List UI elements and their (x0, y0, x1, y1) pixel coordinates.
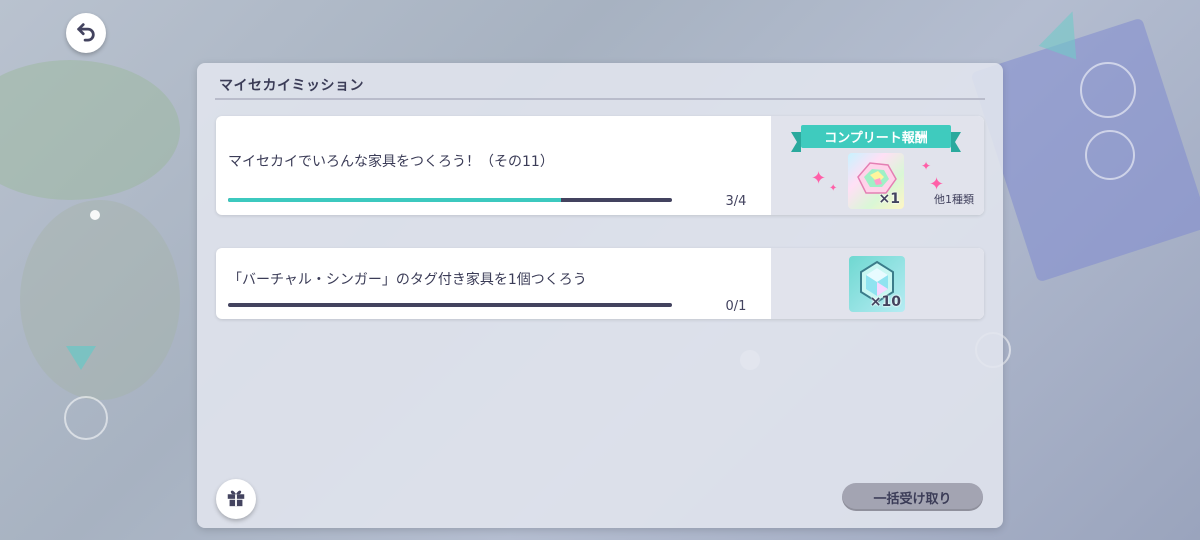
reward-quantity: ×1 (878, 191, 900, 207)
background-blob (0, 60, 180, 200)
sparkle-icon: ✦ (811, 168, 827, 189)
reward-quantity: ×10 (869, 294, 901, 310)
back-button[interactable] (66, 13, 106, 53)
mission-card[interactable]: マイセカイでいろんな家具をつくろう！（その11） 3/4 コンプリート報酬 ✦ … (216, 116, 984, 215)
undo-arrow-icon (75, 20, 97, 46)
progress-bar-fill (228, 198, 561, 202)
crystal-icon: ×10 (849, 256, 905, 312)
mission-card[interactable]: 「バーチャル・シンガー」のタグ付き家具を1個つくろう 0/1 ×10 (216, 248, 984, 319)
background-blob (20, 200, 180, 400)
progress-count: 0/1 (725, 299, 747, 314)
gift-box-icon (225, 486, 247, 512)
sparkle-icon: ✦ (921, 159, 932, 173)
title-divider (215, 98, 985, 100)
background-ring (1085, 130, 1135, 180)
progress-count: 3/4 (725, 194, 747, 209)
complete-reward-banner: コンプリート報酬 (791, 125, 961, 152)
background-triangle (1038, 4, 1092, 60)
background-house-shape (970, 17, 1200, 283)
background-triangle (66, 346, 96, 370)
sparkle-icon: ✦ (829, 183, 838, 194)
bulk-receive-button[interactable]: 一括受け取り (842, 483, 983, 511)
reward-area[interactable]: ×10 (771, 248, 984, 319)
panel-title: マイセカイミッション (219, 78, 364, 94)
reward-other-note: 他1種類 (934, 193, 974, 206)
gem-cluster-icon: ×1 (848, 153, 904, 209)
mission-panel: マイセカイミッション マイセカイでいろんな家具をつくろう！（その11） 3/4 … (197, 63, 1003, 528)
background-ring (64, 396, 108, 440)
background-dot (90, 210, 100, 220)
reward-area[interactable]: コンプリート報酬 ✦ ✦ ✦ ✦ ×1 他1種類 (771, 116, 984, 215)
background-ring (1080, 62, 1136, 118)
mission-text: マイセカイでいろんな家具をつくろう！（その11） (228, 154, 554, 170)
progress-bar (228, 303, 672, 307)
progress-bar (228, 198, 672, 202)
gift-button[interactable] (216, 479, 256, 519)
mission-text: 「バーチャル・シンガー」のタグ付き家具を1個つくろう (228, 272, 587, 288)
